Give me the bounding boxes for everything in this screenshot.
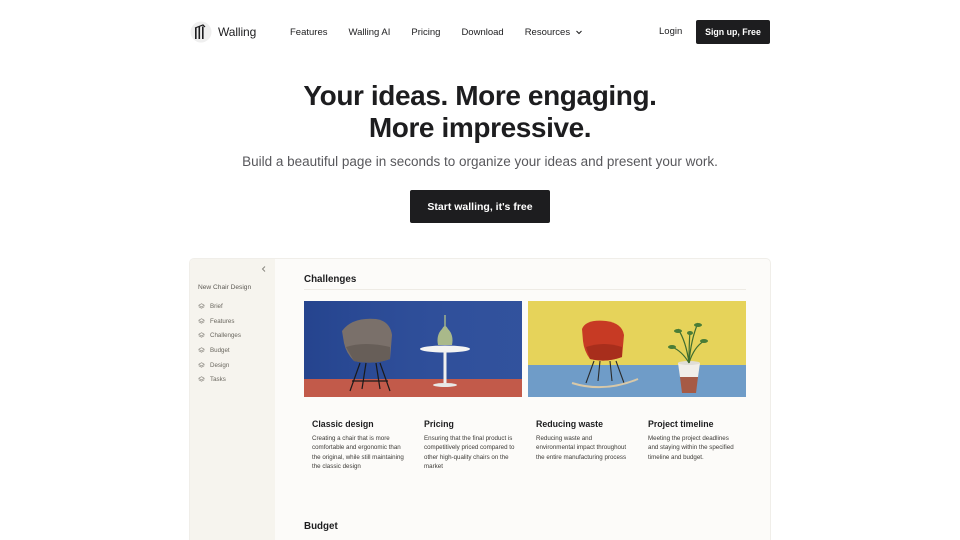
app-main: Challenges Classic design Creating a cha… [275, 259, 770, 540]
sidebar-item-features[interactable]: Features [198, 314, 241, 329]
card-classic-design: Classic design Creating a chair that is … [312, 419, 404, 471]
hero-title-line1: Your ideas. More engaging. [303, 80, 657, 111]
brand-name: Walling [218, 25, 257, 39]
nav-links: Features Walling AI Pricing Download Res… [290, 24, 604, 40]
sidebar-item-label: Design [210, 361, 230, 369]
stack-icon [198, 361, 205, 368]
stack-icon [198, 376, 205, 382]
sidebar-item-label: Features [210, 317, 235, 325]
nav-link-download[interactable]: Download [461, 27, 503, 38]
card-description: Creating a chair that is more comfortabl… [312, 435, 404, 470]
sidebar-item-challenges[interactable]: Challenges [198, 328, 241, 343]
hero-title: Your ideas. More engaging. More impressi… [0, 80, 960, 144]
sidebar-item-label: Tasks [210, 376, 226, 384]
chevron-down-icon [576, 30, 582, 35]
walling-logo-icon [190, 21, 212, 43]
nav-link-resources-label: Resources [524, 26, 571, 38]
stack-icon [198, 303, 205, 309]
stack-icon [198, 317, 205, 324]
card-title: Project timeline [648, 419, 714, 429]
section-title-budget: Budget [304, 521, 338, 532]
brand-logo[interactable]: Walling [190, 20, 256, 44]
card-description: Meeting the project deadlines and stayin… [648, 435, 734, 461]
start-walling-button[interactable]: Start walling, it's free [410, 190, 550, 223]
chair-image-yellow [528, 301, 746, 397]
sidebar-item-tasks[interactable]: Tasks [198, 372, 241, 387]
sidebar-item-label: Challenges [210, 332, 241, 340]
sidebar-item-budget[interactable]: Budget [198, 343, 241, 358]
chair-image-blue [304, 301, 522, 397]
sidebar-item-label: Budget [210, 346, 230, 354]
section-divider [304, 289, 746, 290]
card-description: Reducing waste and environmental impact … [536, 435, 627, 461]
app-sidebar: New Chair Design Brief Features Challeng… [190, 259, 275, 540]
card-reducing-waste: Reducing waste Reducing waste and enviro… [536, 419, 628, 462]
top-nav: Walling Features Walling AI Pricing Down… [0, 0, 960, 64]
stack-icon [198, 347, 205, 353]
login-link[interactable]: Login [659, 26, 682, 37]
signup-button[interactable]: Sign up, Free [696, 20, 770, 44]
card-title: Pricing [424, 419, 454, 429]
sidebar-item-label: Brief [210, 302, 223, 310]
nav-link-resources[interactable]: Resources [525, 27, 583, 38]
hero-title-line2: More impressive. [368, 112, 592, 143]
card-title: Classic design [312, 419, 374, 429]
nav-link-pricing[interactable]: Pricing [411, 27, 440, 38]
sidebar-item-brief[interactable]: Brief [198, 299, 241, 314]
app-preview: New Chair Design Brief Features Challeng… [190, 259, 770, 540]
sidebar-item-design[interactable]: Design [198, 358, 241, 373]
nav-link-features[interactable]: Features [290, 27, 328, 38]
hero-subtitle: Build a beautiful page in seconds to org… [242, 154, 718, 169]
chevron-left-icon[interactable] [260, 265, 268, 273]
card-title: Reducing waste [536, 419, 603, 429]
sidebar-page-title: New Chair Design [198, 284, 252, 291]
stack-icon [198, 332, 205, 338]
sidebar-items: Brief Features Challenges Budget Design … [198, 299, 241, 387]
section-title-challenges: Challenges [304, 274, 357, 285]
card-pricing: Pricing Ensuring that the final product … [424, 419, 516, 471]
card-description: Ensuring that the final product is compe… [424, 435, 515, 470]
nav-link-walling-ai[interactable]: Walling AI [349, 27, 391, 38]
card-project-timeline: Project timeline Meeting the project dea… [648, 419, 740, 462]
